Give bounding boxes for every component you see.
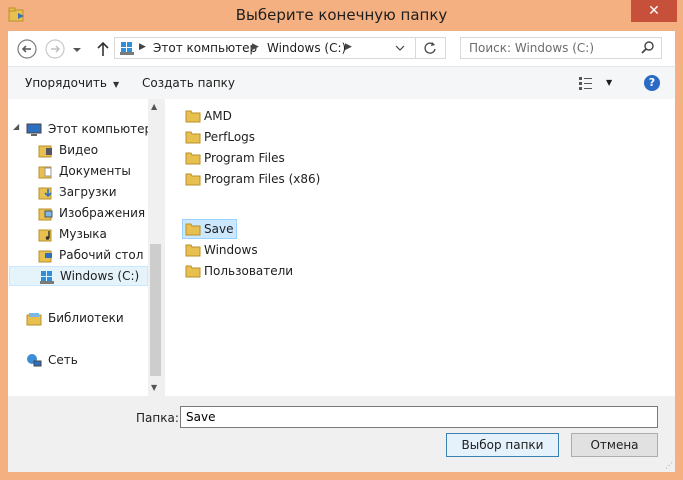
dialog-window: Выберите конечную папку ✕ ▶ Этот компьют… bbox=[0, 0, 683, 480]
scroll-up-icon[interactable]: ▲ bbox=[151, 102, 157, 111]
folder-icon bbox=[185, 110, 201, 123]
tree-item-music[interactable]: Музыка bbox=[8, 224, 148, 244]
tree-label-pictures: Изображения bbox=[59, 206, 146, 220]
close-button[interactable]: ✕ bbox=[631, 0, 677, 22]
address-history-chevron-icon[interactable] bbox=[389, 38, 411, 58]
tree-label-downloads: Загрузки bbox=[59, 185, 117, 199]
command-bar: Упорядочить ▼ Создать папку ▼ ? bbox=[8, 67, 675, 99]
tree-label-documents: Документы bbox=[59, 164, 131, 178]
scroll-down-icon[interactable]: ▼ bbox=[151, 383, 157, 392]
network-icon bbox=[27, 354, 42, 367]
tree-label-desktop: Рабочий стол bbox=[59, 248, 144, 262]
recent-locations-chevron-icon[interactable] bbox=[70, 39, 84, 61]
list-item[interactable]: Program Files bbox=[183, 148, 285, 168]
breadcrumb-separator-icon[interactable]: ▶ bbox=[139, 42, 146, 52]
organize-menu[interactable]: Упорядочить ▼ bbox=[25, 76, 119, 90]
folder-name: Пользователи bbox=[204, 264, 294, 278]
forward-arrow-icon[interactable] bbox=[44, 38, 66, 60]
refresh-icon[interactable] bbox=[415, 38, 444, 58]
list-item-selected[interactable]: Save bbox=[182, 219, 237, 239]
breadcrumb-drive-c[interactable]: Windows (C:) bbox=[267, 41, 346, 55]
tree-item-videos[interactable]: Видео bbox=[8, 140, 148, 160]
tree-item-this-pc[interactable]: ◢ Этот компьютер bbox=[8, 119, 152, 139]
list-item[interactable]: Пользователи bbox=[183, 261, 293, 281]
tree-item-desktop[interactable]: Рабочий стол bbox=[8, 245, 148, 265]
folder-name: Windows bbox=[204, 243, 258, 257]
libraries-icon bbox=[26, 313, 42, 326]
select-folder-button[interactable]: Выбор папки bbox=[446, 433, 559, 457]
dialog-client: ▶ Этот компьютер ▶ Windows (C:) ▶ Поиск:… bbox=[8, 31, 675, 472]
folder-icon bbox=[185, 152, 201, 165]
tree-item-drive-c[interactable]: Windows (C:) bbox=[9, 266, 148, 286]
documents-folder-icon bbox=[38, 166, 52, 179]
tree-item-libraries[interactable]: Библиотеки bbox=[8, 308, 148, 328]
folder-list: AMD PerfLogs Program Files Program Files… bbox=[165, 99, 675, 396]
title-bar[interactable]: Выберите конечную папку ✕ bbox=[0, 0, 683, 31]
view-chevron-down-icon[interactable]: ▼ bbox=[606, 78, 612, 87]
folder-name: Program Files (x86) bbox=[204, 172, 321, 186]
organize-label: Упорядочить bbox=[25, 76, 107, 90]
tree-label-music: Музыка bbox=[59, 227, 107, 241]
drive-icon bbox=[120, 42, 134, 55]
scrollbar-thumb[interactable] bbox=[150, 244, 161, 376]
tree-scrollbar[interactable]: ▲ ▼ bbox=[148, 99, 163, 396]
folder-icon bbox=[185, 173, 201, 186]
list-item[interactable]: Program Files (x86) bbox=[183, 169, 320, 189]
folder-name: Save bbox=[204, 222, 234, 236]
list-item[interactable]: PerfLogs bbox=[183, 127, 263, 147]
collapse-triangle-icon[interactable]: ◢ bbox=[13, 122, 19, 131]
folder-name: Program Files bbox=[204, 151, 285, 165]
up-arrow-icon[interactable] bbox=[92, 38, 114, 60]
computer-icon bbox=[26, 123, 42, 136]
navigation-bar: ▶ Этот компьютер ▶ Windows (C:) ▶ Поиск:… bbox=[8, 31, 675, 67]
tree-label-drive-c: Windows (C:) bbox=[60, 269, 140, 283]
search-icon[interactable] bbox=[640, 40, 656, 56]
list-item[interactable]: AMD bbox=[183, 106, 243, 126]
navigation-tree: ◢ Этот компьютер Видео Документы Загрузк… bbox=[8, 99, 163, 396]
cancel-button[interactable]: Отмена bbox=[571, 433, 658, 457]
folder-icon bbox=[185, 223, 201, 236]
new-folder-button[interactable]: Создать папку bbox=[142, 76, 235, 90]
tree-item-documents[interactable]: Документы bbox=[8, 161, 148, 181]
breadcrumb-separator-icon[interactable]: ▶ bbox=[252, 42, 259, 52]
desktop-folder-icon bbox=[38, 250, 52, 263]
chevron-down-icon: ▼ bbox=[112, 80, 120, 89]
folder-name: AMD bbox=[204, 109, 232, 123]
search-input[interactable]: Поиск: Windows (C:) bbox=[460, 37, 662, 59]
resize-grip-icon[interactable]: ⋰ bbox=[665, 461, 673, 470]
back-arrow-icon[interactable] bbox=[16, 38, 38, 60]
folder-icon bbox=[185, 265, 201, 278]
folder-field-label: Папка: bbox=[136, 411, 179, 425]
help-button[interactable]: ? bbox=[644, 75, 660, 91]
breadcrumb-this-pc[interactable]: Этот компьютер bbox=[153, 41, 257, 55]
folder-icon bbox=[185, 131, 201, 144]
folder-icon bbox=[185, 244, 201, 257]
video-folder-icon bbox=[38, 145, 52, 158]
breadcrumb-separator-icon[interactable]: ▶ bbox=[345, 42, 352, 52]
tree-label-this-pc: Этот компьютер bbox=[48, 122, 153, 136]
tree-label-network: Сеть bbox=[48, 353, 78, 367]
pictures-folder-icon bbox=[38, 208, 53, 221]
view-options-icon[interactable] bbox=[578, 75, 594, 91]
address-bar[interactable]: ▶ Этот компьютер ▶ Windows (C:) ▶ bbox=[114, 37, 446, 59]
downloads-folder-icon bbox=[38, 187, 52, 200]
folder-name-input[interactable] bbox=[180, 406, 658, 428]
search-placeholder: Поиск: Windows (C:) bbox=[469, 41, 595, 55]
tree-item-downloads[interactable]: Загрузки bbox=[8, 182, 148, 202]
window-title: Выберите конечную папку bbox=[235, 6, 448, 24]
tree-label-libraries: Библиотеки bbox=[48, 311, 124, 325]
list-item[interactable]: Windows bbox=[183, 240, 263, 260]
folder-name: PerfLogs bbox=[204, 130, 256, 144]
dialog-footer: Папка: Выбор папки Отмена ⋰ bbox=[8, 396, 675, 472]
tree-label-videos: Видео bbox=[59, 143, 99, 157]
music-folder-icon bbox=[38, 229, 52, 242]
windows-drive-icon bbox=[40, 271, 54, 284]
tree-item-pictures[interactable]: Изображения bbox=[8, 203, 148, 223]
tree-item-network[interactable]: Сеть bbox=[8, 350, 148, 370]
